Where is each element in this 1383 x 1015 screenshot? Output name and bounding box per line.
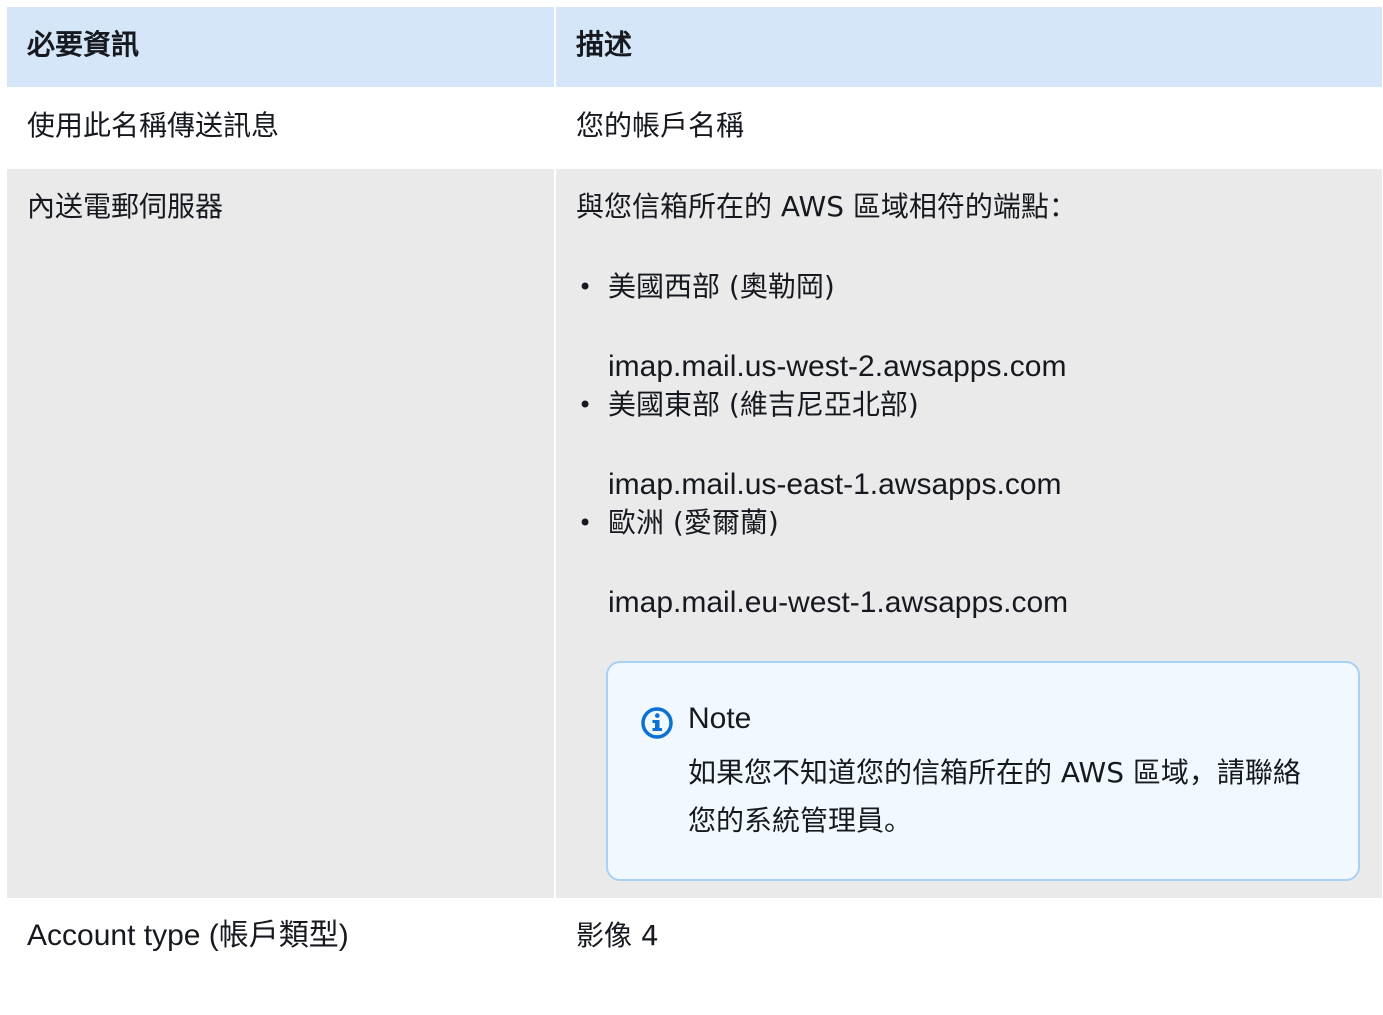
row-name-label: 使用此名稱傳送訊息	[7, 87, 556, 169]
bullet-icon: •	[578, 391, 593, 419]
region-endpoint: imap.mail.us-east-1.awsapps.com	[608, 468, 1062, 501]
table-row: 內送電郵伺服器 與您信箱所在的 AWS 區域相符的端點： • 美國西部 (奧勒岡…	[7, 169, 1382, 898]
bullet-icon: •	[578, 273, 593, 301]
row-account-type-label: Account type (帳戶類型)	[7, 898, 556, 973]
server-intro: 與您信箱所在的 AWS 區域相符的端點：	[576, 190, 1077, 223]
row-server-value: 與您信箱所在的 AWS 區域相符的端點： • 美國西部 (奧勒岡) imap.m…	[556, 169, 1382, 898]
header-description: 描述	[556, 7, 1382, 87]
region-name: 歐洲 (愛爾蘭)	[608, 506, 779, 539]
settings-table: 必要資訊 描述 使用此名稱傳送訊息 您的帳戶名稱 內送電郵伺服器 與您信箱所在的…	[7, 7, 1382, 973]
row-server-label: 內送電郵伺服器	[7, 169, 556, 898]
note-title: Note	[688, 702, 752, 735]
region-endpoint: imap.mail.eu-west-1.awsapps.com	[608, 586, 1069, 619]
list-item: • 歐洲 (愛爾蘭) imap.mail.eu-west-1.awsapps.c…	[576, 505, 1382, 621]
table-row: 使用此名稱傳送訊息 您的帳戶名稱	[7, 87, 1382, 169]
note-callout: Note 如果您不知道您的信箱所在的 AWS 區域，請聯絡您的系統管理員。	[606, 661, 1360, 881]
account-type-label-text: Account type (帳戶類型)	[27, 919, 349, 952]
bullet-icon: •	[578, 509, 593, 537]
region-name: 美國西部 (奧勒岡)	[608, 270, 835, 303]
table-header-row: 必要資訊 描述	[7, 7, 1382, 87]
row-account-type-value: 影像 4	[556, 898, 1382, 973]
region-list: • 美國西部 (奧勒岡) imap.mail.us-west-2.awsapps…	[576, 269, 1382, 621]
list-item: • 美國西部 (奧勒岡) imap.mail.us-west-2.awsapps…	[576, 269, 1382, 385]
info-icon	[641, 707, 673, 739]
region-name: 美國東部 (維吉尼亞北部)	[608, 388, 919, 421]
row-name-value: 您的帳戶名稱	[556, 87, 1382, 169]
note-body: 如果您不知道您的信箱所在的 AWS 區域，請聯絡您的系統管理員。	[688, 756, 1301, 837]
table-row: Account type (帳戶類型) 影像 4	[7, 898, 1382, 973]
list-item: • 美國東部 (維吉尼亞北部) imap.mail.us-east-1.awsa…	[576, 387, 1382, 503]
header-required-info: 必要資訊	[7, 7, 556, 87]
region-endpoint: imap.mail.us-west-2.awsapps.com	[608, 350, 1067, 383]
